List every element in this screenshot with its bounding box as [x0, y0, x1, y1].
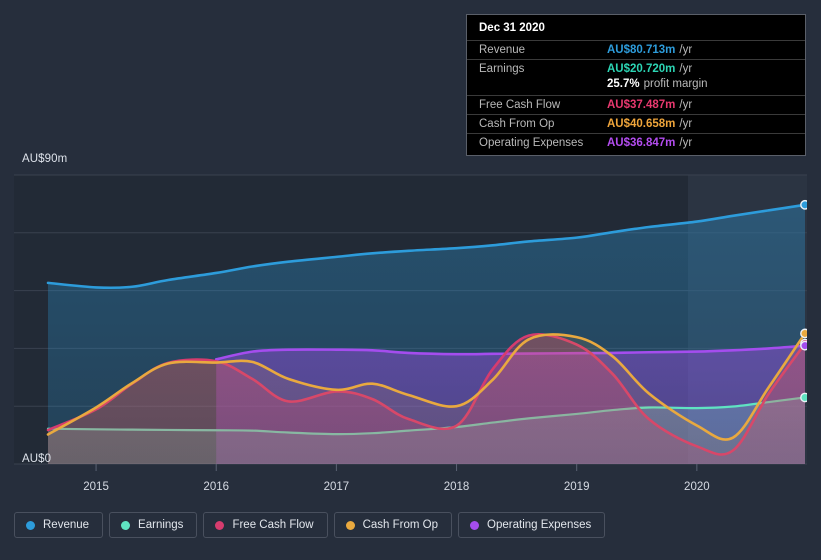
legend-item-free-cash-flow[interactable]: Free Cash Flow [203, 512, 328, 538]
y-axis-min-label: AU$0 [22, 453, 52, 465]
tooltip-row-label: Free Cash Flow [479, 99, 561, 111]
tooltip-row-unit: profit margin [643, 78, 708, 90]
tooltip-row-unit: /yr [679, 137, 693, 149]
tooltip-row: Cash From Op AU$40.658m/yr [467, 114, 805, 133]
legend-item-label: Revenue [43, 519, 90, 531]
x-axis-tick-2019: 2019 [563, 481, 590, 493]
tooltip-row-value: AU$36.847m [607, 137, 676, 149]
x-axis-tick-2020: 2020 [684, 481, 710, 493]
x-axis-tick-2017: 2017 [323, 481, 350, 493]
legend-item-operating-expenses[interactable]: Operating Expenses [458, 512, 606, 538]
tooltip-row-label: Earnings [479, 63, 525, 75]
x-axis-tick-2016: 2016 [203, 481, 230, 493]
tooltip-rows: Revenue AU$80.713m/yr Earnings AU$20.720m/y… [467, 40, 805, 152]
x-axis-tick-2018: 2018 [443, 481, 470, 493]
legend-dot-icon [215, 520, 225, 530]
tooltip-row: Operating Expenses AU$36.847m/yr [467, 133, 805, 152]
chart-tooltip: Dec 31 2020 Revenue AU$80.713m/yr Earnings… [466, 14, 806, 156]
legend-item-label: Earnings [138, 519, 184, 531]
tooltip-row-value: AU$80.713m [607, 44, 676, 56]
legend-item-cash-from-op[interactable]: Cash From Op [333, 512, 453, 538]
legend-dot-icon [121, 520, 131, 530]
tooltip-row-unit: /yr [679, 63, 693, 75]
chart-page: AU$90m AU$0 2015 2016 2017 2018 2019 2020 Dec… [0, 0, 821, 560]
legend-dot-icon [470, 520, 480, 530]
chart-legend[interactable]: Revenue Earnings Free Cash Flow Cash From O… [14, 512, 606, 538]
legend-item-label: Operating Expenses [487, 519, 592, 531]
tooltip-row-value: AU$37.487m [607, 99, 676, 111]
tooltip-row: Revenue AU$80.713m/yr [467, 40, 805, 59]
tooltip-row-unit: /yr [679, 118, 693, 130]
tooltip-row: Earnings AU$20.720m/yr [467, 59, 805, 78]
tooltip-title: Dec 31 2020 [479, 22, 545, 34]
tooltip-row-value: AU$40.658m [607, 118, 676, 130]
legend-item-revenue[interactable]: Revenue [14, 512, 104, 538]
legend-item-label: Free Cash Flow [232, 519, 314, 531]
tooltip-row: Free Cash Flow AU$37.487m/yr [467, 95, 805, 114]
tooltip-row: 25.7% profit margin [467, 78, 805, 95]
legend-item-label: Cash From Op [362, 519, 439, 531]
tooltip-row-label: Revenue [479, 44, 526, 56]
x-axis-tick-2015: 2015 [83, 481, 109, 493]
tooltip-row-unit: /yr [679, 44, 693, 56]
legend-dot-icon [345, 520, 355, 530]
legend-dot-icon [26, 520, 35, 530]
legend-item-earnings[interactable]: Earnings [109, 512, 198, 538]
y-axis-max-label: AU$90m [22, 153, 68, 165]
tooltip-row-label: Operating Expenses [479, 137, 584, 149]
tooltip-row-value: 25.7% [607, 78, 640, 90]
tooltip-row-label: Cash From Op [479, 118, 555, 130]
tooltip-row-unit: /yr [679, 99, 693, 111]
tooltip-row-value: AU$20.720m [607, 63, 676, 75]
